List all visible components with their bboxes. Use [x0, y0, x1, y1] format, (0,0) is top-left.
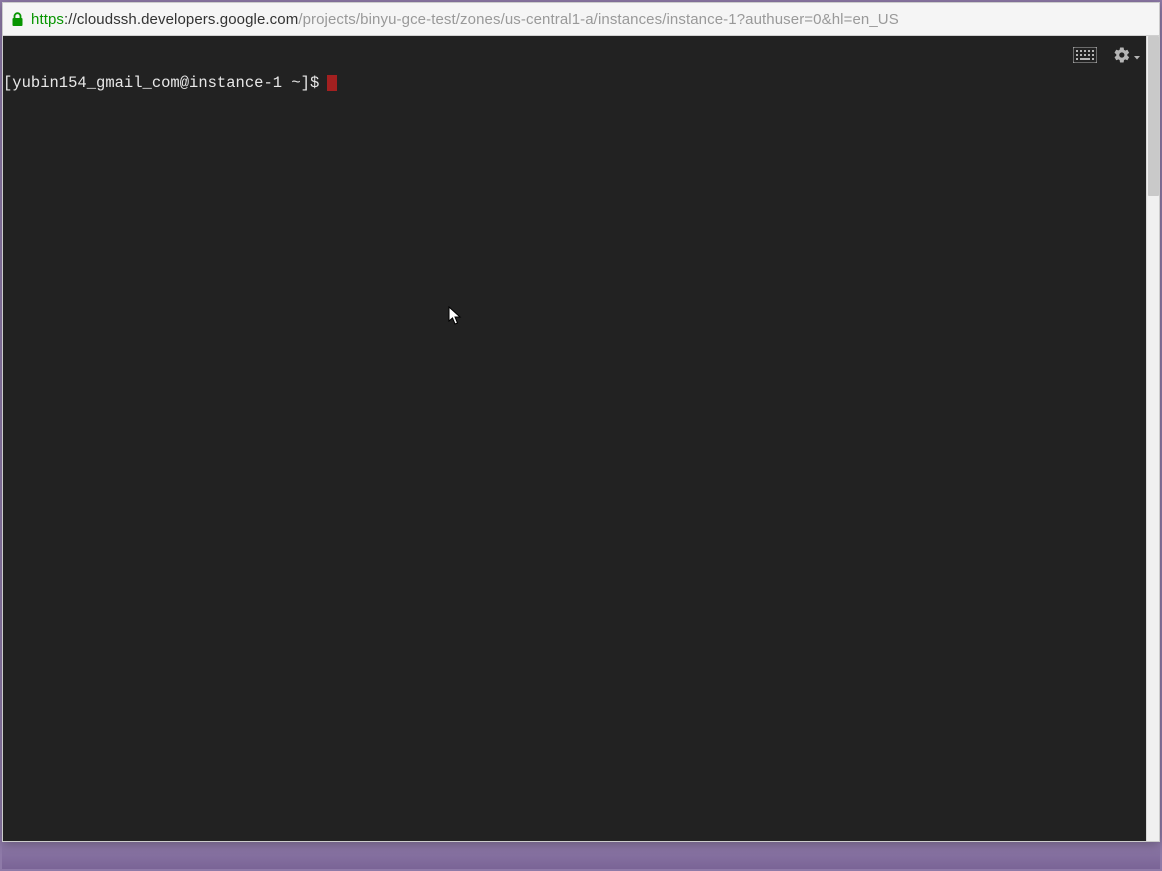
shell-prompt: [yubin154_gmail_com@instance-1 ~]$	[3, 74, 319, 92]
settings-button[interactable]	[1113, 46, 1141, 69]
vertical-scrollbar[interactable]	[1146, 36, 1159, 841]
terminal-toolbar	[1073, 46, 1141, 69]
keyboard-button[interactable]	[1073, 47, 1097, 68]
chevron-down-icon	[1133, 49, 1141, 67]
url-display[interactable]: https://cloudssh.developers.google.com/p…	[31, 11, 1153, 28]
terminal-container: [yubin154_gmail_com@instance-1 ~]$	[3, 36, 1159, 841]
url-scheme: https	[31, 11, 64, 28]
prompt-line: [yubin154_gmail_com@instance-1 ~]$	[3, 74, 1159, 92]
browser-window: https://cloudssh.developers.google.com/p…	[2, 2, 1160, 842]
address-bar[interactable]: https://cloudssh.developers.google.com/p…	[3, 3, 1159, 36]
lock-icon	[9, 11, 25, 27]
scrollbar-thumb[interactable]	[1148, 36, 1159, 196]
gear-icon	[1113, 46, 1131, 69]
url-host: ://cloudssh.developers.google.com	[64, 11, 298, 28]
keyboard-icon	[1073, 47, 1097, 68]
terminal-cursor	[327, 75, 337, 91]
window-bottom-edge	[2, 842, 1160, 869]
ssh-terminal[interactable]: [yubin154_gmail_com@instance-1 ~]$	[3, 36, 1159, 841]
url-path: /projects/binyu-gce-test/zones/us-centra…	[298, 11, 899, 28]
